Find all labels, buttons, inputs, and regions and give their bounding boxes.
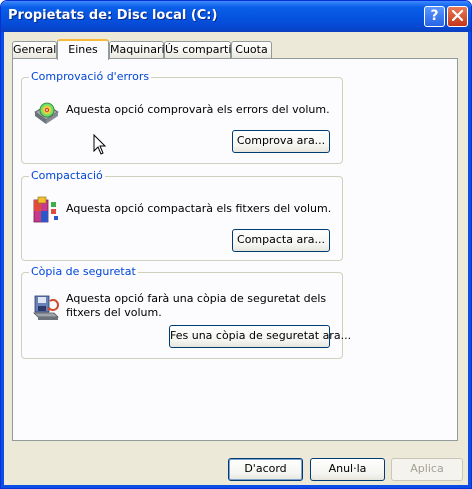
close-button[interactable] (447, 6, 468, 27)
tab-cuota[interactable]: Cuota (231, 41, 272, 59)
defrag-description: Aquesta opció compactarà els fitxers del… (66, 202, 332, 215)
tools-panel: Comprovació d'errors Aquesta opció compr… (12, 58, 458, 441)
window-title: Propietats de: Disc local (C:) (8, 8, 218, 23)
defrag-now-button[interactable]: Compacta ara... (232, 229, 330, 252)
help-button[interactable]: ? (424, 6, 445, 27)
defrag-group: Compactació Aquesta opció compactarà els… (21, 169, 343, 261)
disk-check-icon (32, 98, 60, 129)
group-label-defrag: Compactació (29, 169, 105, 182)
defrag-icon (32, 194, 60, 227)
properties-window: Propietats de: Disc local (C:) ? General… (0, 0, 472, 489)
error-check-group: Comprovació d'errors Aquesta opció compr… (21, 70, 343, 164)
check-now-button[interactable]: Comprova ara... (232, 130, 330, 153)
cancel-button[interactable]: Anul·la (310, 458, 385, 481)
tab-us-compartit[interactable]: Ús compartit (164, 41, 236, 59)
backup-description: Aquesta opció farà una còpia de segureta… (66, 292, 327, 319)
tab-general[interactable]: General (12, 41, 57, 59)
backup-now-button[interactable]: Fes una còpia de seguretat ara... (169, 325, 351, 348)
help-icon: ? (430, 8, 439, 24)
backup-group: Còpia de seguretat Aquesta opció farà un… (21, 265, 351, 359)
apply-button[interactable]: Aplica (391, 458, 463, 481)
group-label-backup: Còpia de seguretat (29, 265, 138, 278)
title-bar[interactable]: Propietats de: Disc local (C:) ? (1, 1, 471, 32)
tab-maquinari[interactable]: Maquinari (109, 41, 165, 59)
group-label-error-check: Comprovació d'errors (29, 70, 152, 83)
tab-eines[interactable]: Eines (57, 39, 109, 60)
close-icon (452, 10, 463, 21)
backup-icon (32, 293, 60, 324)
mouse-pointer-icon (93, 134, 107, 155)
error-check-description: Aquesta opció comprovarà els errors del … (66, 103, 330, 116)
ok-button[interactable]: D'acord (228, 458, 303, 481)
